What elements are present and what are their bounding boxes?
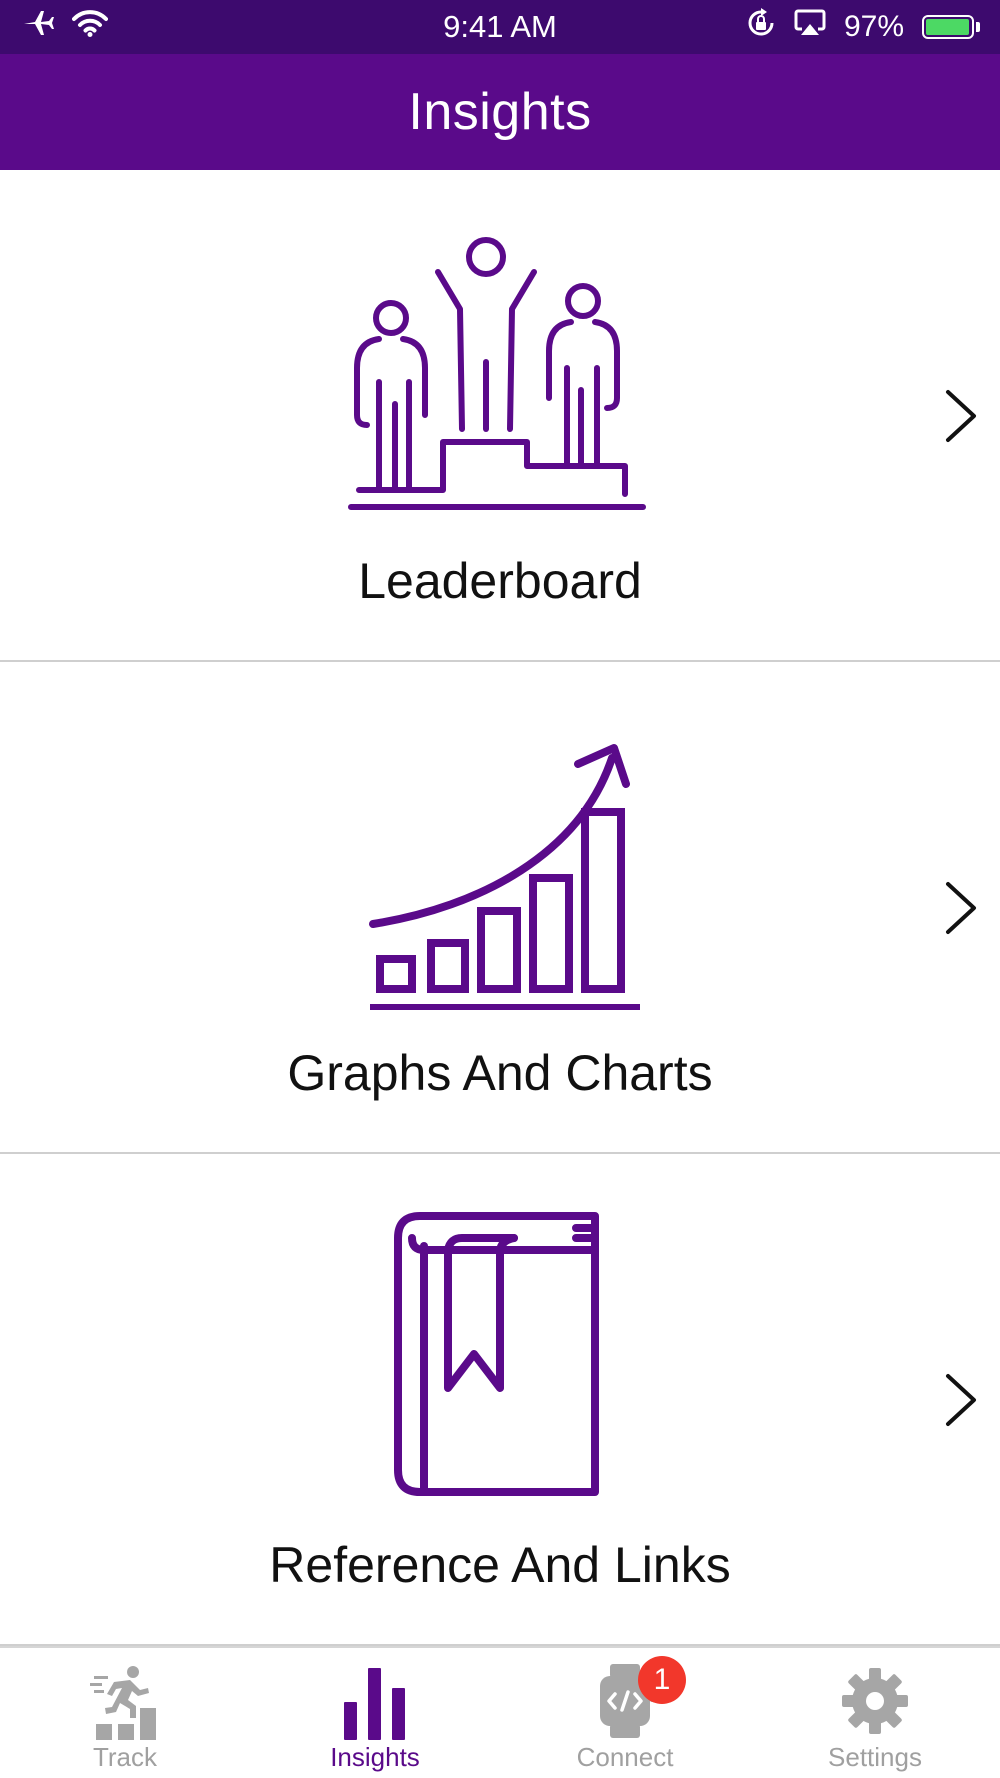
battery-fill <box>926 19 969 35</box>
menu-item-label: Leaderboard <box>358 553 642 609</box>
tab-label: Settings <box>828 1742 922 1772</box>
tab-bar: Track Insights Connect 1 Settings <box>0 1646 1000 1778</box>
header: Insights <box>0 54 1000 170</box>
growth-chart-icon <box>369 744 640 1010</box>
battery-cap <box>976 22 980 32</box>
insights-menu: Leaderboard Graphs And Charts Reference … <box>0 170 1000 1646</box>
orientation-lock-icon <box>746 8 776 46</box>
bar-chart-icon <box>344 1668 405 1740</box>
menu-item-reference-and-links[interactable]: Reference And Links <box>0 1154 1000 1646</box>
chevron-right-icon <box>946 1374 976 1426</box>
status-right: 97% <box>746 8 980 46</box>
airplay-icon <box>794 9 826 45</box>
tab-insights[interactable]: Insights <box>250 1648 500 1778</box>
gear-icon <box>842 1668 908 1734</box>
tab-label: Insights <box>330 1742 420 1772</box>
tab-label: Connect <box>576 1742 674 1772</box>
tab-track[interactable]: Track <box>0 1648 250 1778</box>
book-bookmark-icon <box>394 1212 599 1496</box>
menu-item-graphs-and-charts[interactable]: Graphs And Charts <box>0 662 1000 1154</box>
menu-item-label: Reference And Links <box>269 1537 731 1593</box>
status-left <box>22 9 108 45</box>
tab-settings[interactable]: Settings <box>750 1648 1000 1778</box>
status-bar: 9:41 AM 97% <box>0 0 1000 54</box>
notification-badge: 1 <box>638 1656 686 1704</box>
battery-body <box>922 15 974 39</box>
page-title: Insights <box>408 83 592 141</box>
menu-item-label: Graphs And Charts <box>287 1045 713 1101</box>
chevron-right-icon <box>946 882 976 934</box>
chevron-right-icon <box>946 390 976 442</box>
tab-label: Track <box>92 1742 158 1772</box>
battery-percent: 97% <box>843 10 904 43</box>
runner-stairs-icon <box>90 1666 156 1740</box>
airplane-icon <box>22 9 54 45</box>
podium-icon <box>348 237 646 510</box>
wifi-icon <box>72 9 108 45</box>
tab-connect[interactable]: Connect 1 <box>500 1648 750 1778</box>
menu-item-leaderboard[interactable]: Leaderboard <box>0 170 1000 662</box>
battery-icon <box>922 15 980 39</box>
